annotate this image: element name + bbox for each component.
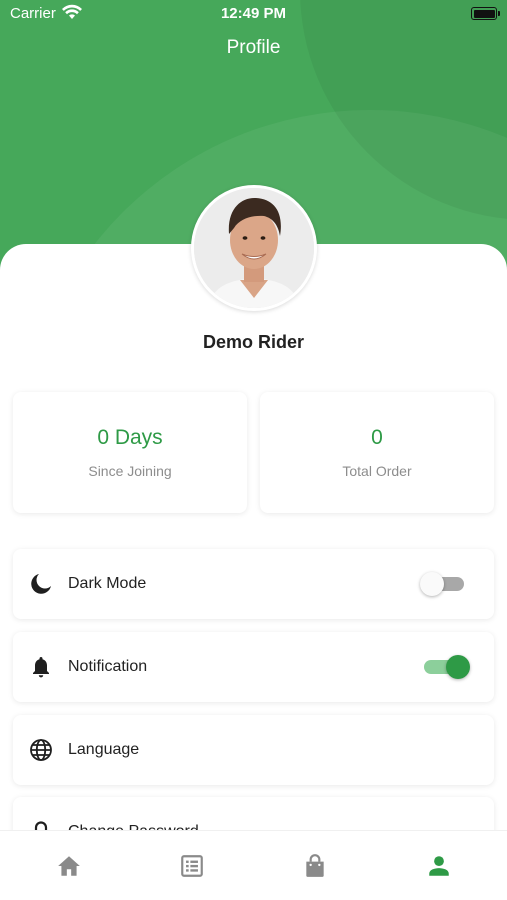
stat-label: Since Joining: [88, 463, 172, 479]
bottom-navigation: [0, 830, 507, 900]
user-name: Demo Rider: [202, 332, 305, 352]
total-order-card: 0 Total Order: [260, 392, 494, 513]
setting-dark-mode[interactable]: Dark Mode: [13, 549, 494, 619]
setting-label: Notification: [68, 658, 148, 675]
setting-notification[interactable]: Notification: [13, 632, 494, 702]
page-title: Profile: [226, 37, 281, 58]
home-icon[interactable]: [56, 853, 82, 879]
clock-time: 12:49 PM: [220, 5, 287, 22]
list-icon[interactable]: [179, 853, 205, 879]
shopping-bag-icon[interactable]: [302, 853, 328, 879]
dark-mode-toggle[interactable]: [420, 572, 468, 596]
stat-value: 0 Days: [97, 426, 163, 449]
person-icon[interactable]: [426, 853, 452, 879]
setting-language[interactable]: Language: [13, 715, 494, 785]
status-bar: Carrier 12:49 PM: [0, 0, 507, 28]
globe-icon: [30, 739, 52, 761]
bell-icon: [33, 657, 49, 678]
stat-value: 0: [371, 426, 383, 449]
profile-photo: [194, 188, 314, 308]
battery-icon: [471, 7, 500, 20]
stat-label: Total Order: [342, 463, 412, 479]
moon-icon: [31, 574, 51, 594]
setting-label: Language: [68, 741, 140, 758]
notification-toggle[interactable]: [422, 655, 470, 679]
days-since-joining-card: 0 Days Since Joining: [13, 392, 247, 513]
setting-label: Dark Mode: [68, 575, 147, 592]
avatar[interactable]: [191, 185, 317, 311]
